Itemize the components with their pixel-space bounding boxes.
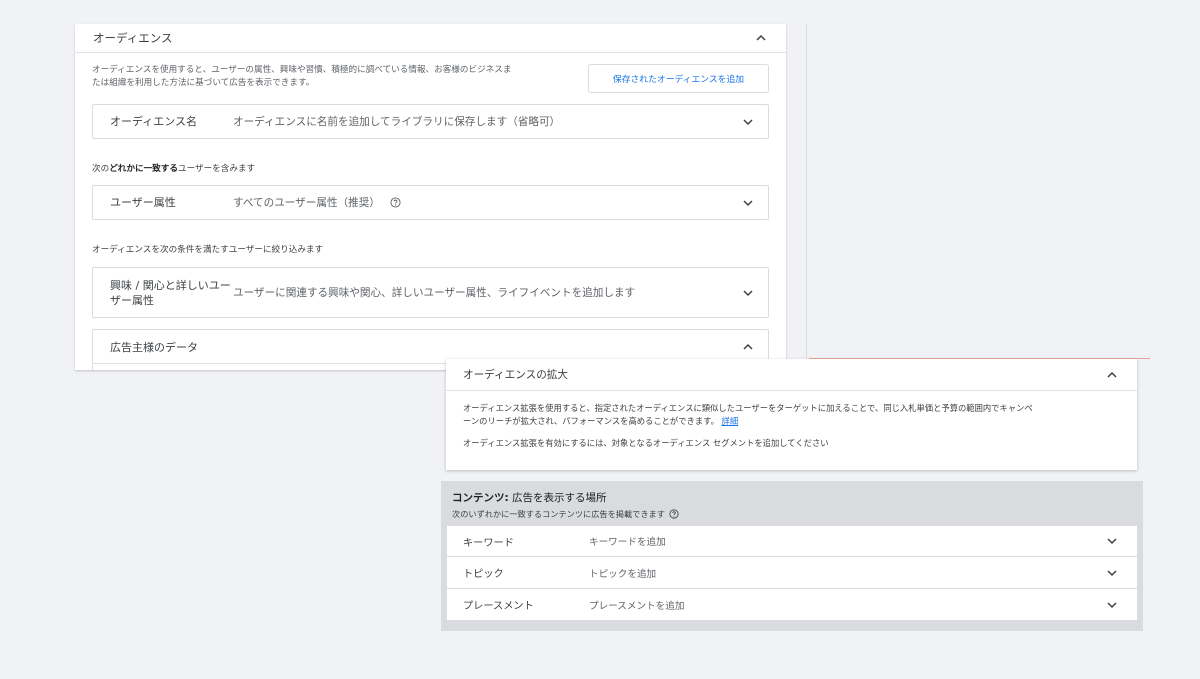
audience-name-field[interactable]: オーディエンス名 オーディエンスに名前を追加してライブラリに保存します（省略可） bbox=[92, 104, 769, 139]
interests-field[interactable]: 興味 / 関心と詳しいユー ザー属性 ユーザーに関連する興味や関心、詳しいユーザ… bbox=[92, 267, 769, 318]
demographics-value: すべてのユーザー属性（推奨） bbox=[233, 195, 728, 210]
topics-row[interactable]: トピック トピックを追加 bbox=[446, 557, 1138, 589]
chevron-down-icon[interactable] bbox=[741, 286, 755, 300]
content-section: コンテンツ: 広告を表示する場所 次のいずれかに一致するコンテンツに広告を掲載で… bbox=[441, 481, 1143, 631]
audience-panel: オーディエンス オーディエンスを使用すると、ユーザーの属性、興味や習慣、積極的に… bbox=[75, 24, 786, 370]
audience-expansion-card: オーディエンスの拡大 オーディエンス拡張を使用すると、指定されたオーディエンスに… bbox=[446, 359, 1137, 470]
chevron-up-icon[interactable] bbox=[754, 31, 768, 45]
chevron-up-icon[interactable] bbox=[741, 340, 755, 354]
content-section-title: コンテンツ: 広告を表示する場所 bbox=[452, 492, 607, 504]
audience-panel-title: オーディエンス bbox=[93, 31, 173, 45]
details-link[interactable]: 詳細 bbox=[722, 416, 739, 426]
chevron-down-icon[interactable] bbox=[1105, 534, 1119, 548]
advertiser-data-label: 広告主様のデータ bbox=[110, 341, 198, 354]
audience-description: オーディエンスを使用すると、ユーザーの属性、興味や習慣、積極的に調べている情報、… bbox=[92, 65, 512, 88]
keywords-row[interactable]: キーワード キーワードを追加 bbox=[446, 525, 1138, 557]
audience-name-label: オーディエンス名 bbox=[110, 115, 198, 128]
placements-label: プレースメント bbox=[463, 601, 534, 612]
interests-value: ユーザーに関連する興味や関心、詳しいユーザー属性、ライフイベントを追加します bbox=[233, 287, 636, 299]
chevron-up-icon[interactable] bbox=[1105, 368, 1119, 382]
audience-expansion-enable-text: オーディエンス拡張を有効にするには、対象となるオーディエンス セグメントを追加し… bbox=[463, 438, 829, 448]
audience-panel-header[interactable]: オーディエンス bbox=[75, 24, 786, 53]
demographics-field[interactable]: ユーザー属性 すべてのユーザー属性（推奨） bbox=[92, 185, 769, 220]
audience-expansion-description: オーディエンス拡張を使用すると、指定されたオーディエンスに類似したユーザーをター… bbox=[463, 403, 1033, 426]
help-circle-icon[interactable] bbox=[390, 197, 401, 208]
include-users-text: 次のどれかに一致するユーザーを含みます bbox=[92, 164, 256, 174]
chevron-down-icon[interactable] bbox=[1105, 566, 1119, 580]
help-circle-icon[interactable] bbox=[669, 509, 679, 519]
placements-placeholder: プレースメントを追加 bbox=[589, 600, 685, 612]
audience-expansion-header[interactable]: オーディエンスの拡大 bbox=[446, 359, 1137, 391]
demographics-label: ユーザー属性 bbox=[110, 196, 176, 209]
chevron-down-icon[interactable] bbox=[741, 115, 755, 129]
chevron-down-icon[interactable] bbox=[741, 196, 755, 210]
divider bbox=[806, 24, 807, 370]
interests-label: 興味 / 関心と詳しいユー ザー属性 bbox=[110, 278, 231, 307]
keywords-placeholder: キーワードを追加 bbox=[589, 537, 666, 548]
audience-name-value: オーディエンスに名前を追加してライブラリに保存します（省略可） bbox=[233, 116, 561, 128]
add-saved-audience-button[interactable]: 保存されたオーディエンスを追加 bbox=[588, 64, 769, 93]
audience-expansion-title: オーディエンスの拡大 bbox=[463, 369, 568, 381]
narrow-users-text: オーディエンスを次の条件を満たすユーザーに絞り込みます bbox=[92, 245, 324, 255]
content-section-subtitle: 次のいずれかに一致するコンテンツに広告を掲載できます bbox=[452, 508, 1143, 520]
topics-placeholder: トピックを追加 bbox=[589, 568, 657, 580]
chevron-down-icon[interactable] bbox=[1105, 598, 1119, 612]
placements-row[interactable]: プレースメント プレースメントを追加 bbox=[446, 589, 1138, 621]
keywords-label: キーワード bbox=[463, 537, 514, 549]
topics-label: トピック bbox=[463, 569, 504, 580]
